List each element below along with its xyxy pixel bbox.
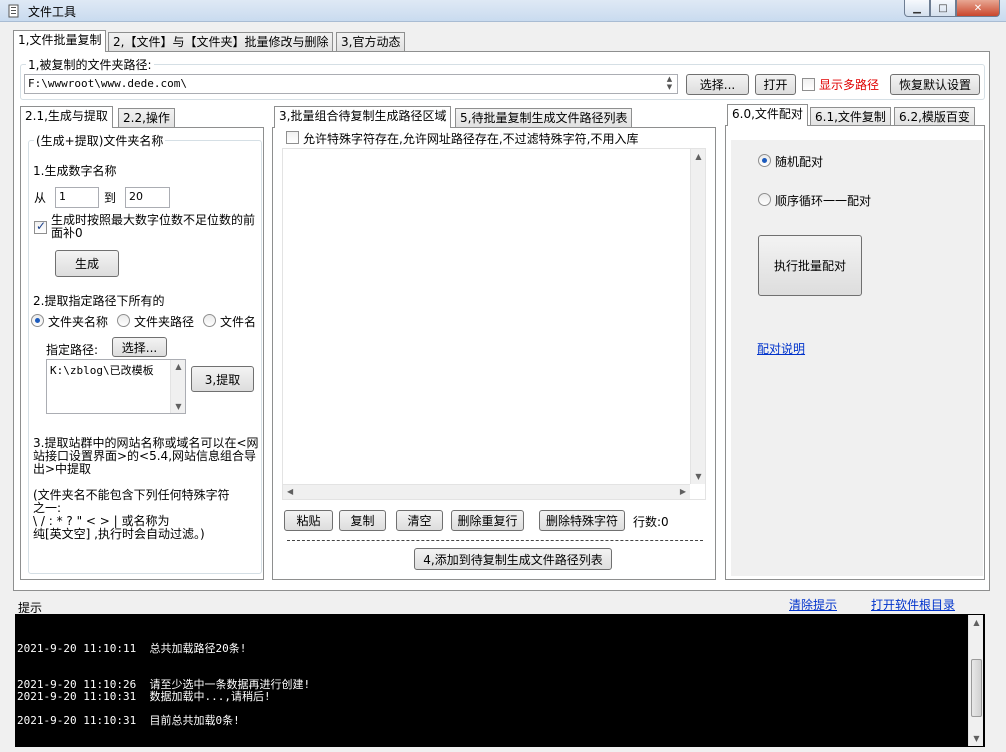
log-scrollbar[interactable]: ▲ ▼ xyxy=(968,615,983,746)
dedupe-button[interactable]: 删除重复行 xyxy=(451,510,524,531)
radio-file-name[interactable] xyxy=(203,314,216,327)
path-textarea-value: K:\zblog\已改模板 xyxy=(50,364,154,377)
generate-button[interactable]: 生成 xyxy=(55,250,119,277)
log-console[interactable]: 2021-9-20 11:10:11 总共加载路径20条! 2021-9-20 … xyxy=(15,614,985,747)
note-chars-line4: 纯[英文空] ,执行时会自动过滤。) xyxy=(33,527,205,541)
source-path-scroll[interactable]: ▲ ▼ xyxy=(662,75,677,93)
radio-sequential-pairing[interactable] xyxy=(758,193,771,206)
source-select-button[interactable]: 选择... xyxy=(686,74,749,95)
scroll-down-icon: ▼ xyxy=(175,402,182,411)
tab-batch-copy[interactable]: 1,文件批量复制 xyxy=(13,30,107,52)
divider xyxy=(287,540,703,541)
pad-zero-label-line2: 面补0 xyxy=(51,226,83,240)
radio-random-pairing[interactable] xyxy=(758,154,771,167)
row-count: 行数:0 xyxy=(633,515,669,529)
from-input[interactable]: 1 xyxy=(55,187,99,208)
specify-path-label: 指定路径: xyxy=(46,343,99,357)
path-select-button[interactable]: 选择... xyxy=(112,337,167,357)
combine-hscrollbar[interactable]: ◀ ▶ xyxy=(283,484,690,499)
show-multi-path-label: 显示多路径 xyxy=(819,78,880,92)
tab-operations[interactable]: 2.2,操作 xyxy=(118,108,175,128)
scroll-up-icon: ▲ xyxy=(973,618,980,627)
scroll-up-icon: ▲ xyxy=(695,152,702,161)
to-label: 到 xyxy=(104,191,117,205)
pad-zero-checkbox[interactable] xyxy=(34,219,47,234)
to-input[interactable]: 20 xyxy=(125,187,170,208)
tab-pending-list[interactable]: 5,待批量复制生成文件路径列表 xyxy=(455,108,633,128)
tab-template-change[interactable]: 6.2,模版百变 xyxy=(894,107,975,127)
tab-file-pairing[interactable]: 6.0,文件配对 xyxy=(727,104,808,126)
scroll-down-icon: ▼ xyxy=(973,734,980,743)
radio-random-pairing-label: 随机配对 xyxy=(775,155,824,169)
note-chars-line1: (文件夹名不能包含下列任何特殊字符 xyxy=(33,488,230,502)
path-textarea-scrollbar[interactable]: ▲ ▼ xyxy=(170,360,185,413)
log-line: 2021-9-20 11:10:11 总共加载路径20条! xyxy=(17,642,247,655)
radio-folder-name[interactable] xyxy=(31,314,44,327)
source-open-button[interactable]: 打开 xyxy=(755,74,796,95)
maximize-icon: □ xyxy=(938,2,948,14)
clear-button[interactable]: 清空 xyxy=(396,510,443,531)
tab-combine-paths[interactable]: 3,批量组合待复制生成路径区域 xyxy=(274,106,452,128)
pairing-help-link[interactable]: 配对说明 xyxy=(757,340,805,357)
delete-special-button[interactable]: 删除特殊字符 xyxy=(539,510,625,531)
source-path-input[interactable]: F:\wwwroot\www.dede.com\ xyxy=(24,74,678,94)
allow-special-label: 允许特殊字符存在,允许网址路径存在,不过滤特殊字符,不用入库 xyxy=(303,132,639,146)
scroll-down-icon: ▼ xyxy=(695,472,702,481)
gen-number-title: 1.生成数字名称 xyxy=(33,164,117,178)
extract-button[interactable]: 3,提取 xyxy=(191,366,254,392)
show-multi-path-checkbox[interactable] xyxy=(802,78,815,91)
folder-name-group-title: (生成+提取)文件夹名称 xyxy=(34,132,166,149)
maximize-button[interactable]: □ xyxy=(930,0,956,17)
log-line: 2021-9-20 11:10:31 目前总共加载0条! xyxy=(17,714,240,727)
scroll-left-icon: ◀ xyxy=(287,487,294,496)
allow-special-checkbox[interactable] xyxy=(286,131,299,144)
add-to-list-button[interactable]: 4,添加到待复制生成文件路径列表 xyxy=(414,548,612,570)
scroll-right-icon: ▶ xyxy=(679,487,686,496)
paste-button[interactable]: 粘贴 xyxy=(284,510,333,531)
clear-log-link[interactable]: 清除提示 xyxy=(789,596,837,613)
radio-folder-path[interactable] xyxy=(117,314,130,327)
title-bar: 文件工具 ▁ □ ✕ xyxy=(0,0,1006,22)
source-path-label: 1,被复制的文件夹路径: xyxy=(26,56,154,73)
log-line: 2021-9-20 11:10:31 数据加载中...,请稍后! xyxy=(17,690,271,703)
chevron-up-icon: ▲ xyxy=(666,75,673,83)
tab-file-copy[interactable]: 6.1,文件复制 xyxy=(810,107,891,127)
combine-vscrollbar[interactable]: ▲ ▼ xyxy=(690,149,705,484)
path-textarea[interactable]: K:\zblog\已改模板 xyxy=(46,359,186,414)
radio-sequential-pairing-label: 顺序循环一一配对 xyxy=(775,194,872,208)
minimize-icon: ▁ xyxy=(913,2,921,14)
combine-textarea[interactable] xyxy=(282,148,706,500)
close-icon: ✕ xyxy=(973,2,983,14)
extract-title: 2.提取指定路径下所有的 xyxy=(33,294,165,308)
copy-button[interactable]: 复制 xyxy=(339,510,386,531)
scroll-up-icon: ▲ xyxy=(175,362,182,371)
tab-generate-extract[interactable]: 2.1,生成与提取 xyxy=(20,106,113,128)
chevron-down-icon: ▼ xyxy=(666,83,673,91)
radio-folder-path-label: 文件夹路径 xyxy=(134,315,195,329)
open-root-link[interactable]: 打开软件根目录 xyxy=(871,596,955,613)
app-icon xyxy=(8,4,19,18)
restore-defaults-button[interactable]: 恢复默认设置 xyxy=(890,74,980,95)
note-site-line3: 出>中提取 xyxy=(33,462,92,476)
radio-folder-name-label: 文件夹名称 xyxy=(48,315,109,329)
window-title: 文件工具 xyxy=(28,5,77,19)
radio-file-name-label: 文件名 xyxy=(220,315,257,329)
window-controls: ▁ □ ✕ xyxy=(904,0,1000,18)
execute-pairing-button[interactable]: 执行批量配对 xyxy=(758,235,862,296)
tab-official-news[interactable]: 3,官方动态 xyxy=(336,32,406,52)
minimize-button[interactable]: ▁ xyxy=(904,0,930,17)
log-scroll-thumb[interactable] xyxy=(971,659,982,717)
from-label: 从 xyxy=(34,191,47,205)
close-button[interactable]: ✕ xyxy=(956,0,1000,17)
tab-batch-modify[interactable]: 2,【文件】与【文件夹】批量修改与删除 xyxy=(108,32,334,52)
